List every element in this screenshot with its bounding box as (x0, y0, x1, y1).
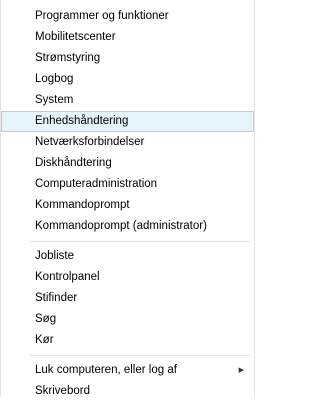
menu-item-label: Luk computeren, eller log af (35, 364, 177, 376)
menu-item-programs-and-features[interactable]: Programmer og funktioner (1, 6, 254, 27)
menu-item-control-panel[interactable]: Kontrolpanel (1, 267, 254, 288)
menu-item-file-explorer[interactable]: Stifinder (1, 288, 254, 309)
menu-item-network-connections[interactable]: Netværksforbindelser (1, 132, 254, 153)
menu-item-search[interactable]: Søg (1, 309, 254, 330)
menu-item-system[interactable]: System (1, 90, 254, 111)
menu-item-mobility-center[interactable]: Mobilitetscenter (1, 27, 254, 48)
menu-item-device-manager[interactable]: Enhedshåndtering (1, 111, 254, 132)
menu-separator (30, 355, 250, 356)
context-menu: Programmer og funktioner Mobilitetscente… (0, 0, 255, 397)
menu-item-computer-management[interactable]: Computeradministration (1, 174, 254, 195)
menu-item-command-prompt-admin[interactable]: Kommandoprompt (administrator) (1, 216, 254, 237)
menu-item-event-viewer[interactable]: Logbog (1, 69, 254, 90)
menu-group-shutdown: Luk computeren, eller log af ▶ Skrivebor… (1, 360, 254, 402)
menu-group-tools: Jobliste Kontrolpanel Stifinder Søg Kør (1, 246, 254, 351)
menu-item-command-prompt[interactable]: Kommandoprompt (1, 195, 254, 216)
menu-item-task-manager[interactable]: Jobliste (1, 246, 254, 267)
menu-item-disk-management[interactable]: Diskhåndtering (1, 153, 254, 174)
menu-separator (30, 241, 250, 242)
menu-item-run[interactable]: Kør (1, 330, 254, 351)
menu-group-system: Programmer og funktioner Mobilitetscente… (1, 6, 254, 237)
menu-item-shutdown-or-sign-out[interactable]: Luk computeren, eller log af ▶ (1, 360, 254, 381)
menu-item-power-options[interactable]: Strømstyring (1, 48, 254, 69)
submenu-arrow-icon: ▶ (238, 367, 244, 374)
menu-item-desktop[interactable]: Skrivebord (1, 381, 254, 402)
